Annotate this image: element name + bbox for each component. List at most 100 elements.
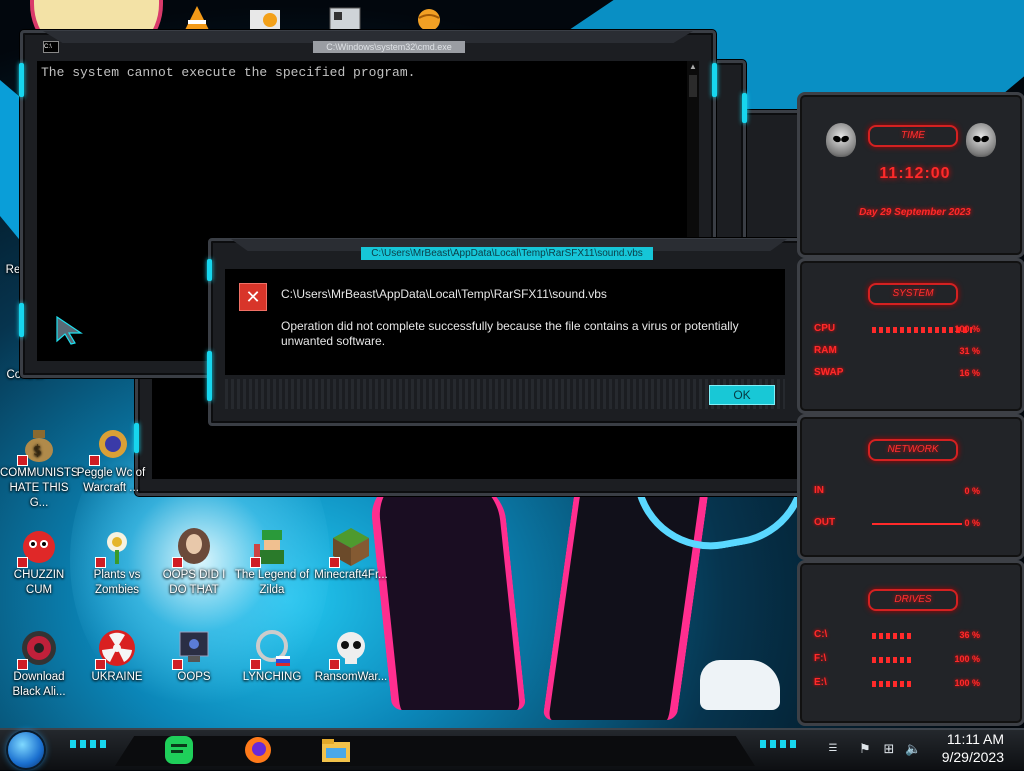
drive-f-label: F:\ xyxy=(814,653,827,664)
money-bag-icon: $ xyxy=(17,424,59,466)
taskbar-decoration xyxy=(760,740,800,748)
clock-time: 11:11 AM xyxy=(946,731,1004,747)
desktop-icon-label: LYNCHING xyxy=(242,671,302,683)
desktop-icon-label: OOPS xyxy=(177,671,211,683)
flower-icon xyxy=(95,526,137,568)
network-badge: NETWORK xyxy=(868,439,958,461)
wallpaper-figure-leg xyxy=(367,480,527,710)
network-icon[interactable]: ⊞ xyxy=(882,742,896,756)
frame-accent xyxy=(207,259,212,281)
error-message: Operation did not complete successfully … xyxy=(281,319,739,348)
ok-button[interactable]: OK xyxy=(709,385,775,405)
drive-e-label: E:\ xyxy=(814,677,827,688)
dialog-content: ✕ C:\Users\MrBeast\AppData\Local\Temp\Ra… xyxy=(225,269,785,375)
desktop-icon[interactable]: RansomWar... xyxy=(312,628,390,685)
ram-value: 31 % xyxy=(959,346,980,356)
desktop-icon[interactable]: OOPS xyxy=(155,628,233,685)
net-out-label: OUT xyxy=(814,517,836,528)
flag-icon[interactable]: ⚑ xyxy=(858,742,872,756)
gadget-time: 11:12:00 xyxy=(879,165,951,182)
firefox-icon[interactable] xyxy=(242,734,274,766)
window-title: C:\Windows\system32\cmd.exe xyxy=(313,41,465,53)
desktop-icon-label: Download Black Ali... xyxy=(12,671,66,698)
portrait-icon xyxy=(172,526,214,568)
alien-orb-icon xyxy=(17,628,59,670)
swap-value: 16 % xyxy=(959,368,980,378)
wallpaper-shoe xyxy=(700,660,780,710)
desktop-icon-label: COMMUNISTS HATE THIS G... xyxy=(0,467,79,509)
net-out-value: 0 % xyxy=(964,518,980,528)
drive-e-bar xyxy=(872,681,912,687)
frame-accent xyxy=(742,93,747,123)
desktop-icon[interactable]: Peggle Wc of Warcraft ... xyxy=(72,424,150,496)
frame-accent xyxy=(207,351,212,401)
desktop-icon-label: The Legend of Zilda xyxy=(234,569,310,596)
drive-e-value: 100 % xyxy=(954,678,980,688)
start-button[interactable] xyxy=(8,732,44,768)
show-hidden-icons-icon[interactable]: ☰ xyxy=(823,742,843,754)
mouse-cursor-icon xyxy=(56,315,83,345)
notes-app-icon[interactable] xyxy=(163,734,195,766)
desktop-icon[interactable]: LYNCHING xyxy=(233,628,311,685)
taskbar-app-area xyxy=(115,736,755,766)
dialog-footer: OK xyxy=(225,379,785,409)
drives-badge: DRIVES xyxy=(868,589,958,611)
file-explorer-icon[interactable] xyxy=(320,734,352,766)
desktop-icon-label: Re xyxy=(5,264,21,276)
alien-head-icon xyxy=(966,123,996,157)
taskbar: ☰ ⚑ ⊞ 🔈 11:11 AM 9/29/2023 xyxy=(0,728,1024,770)
svg-text:$: $ xyxy=(33,443,42,459)
window-title: C:\Users\MrBeast\AppData\Local\Temp\RarS… xyxy=(361,247,653,260)
desktop-icon-label: RansomWar... xyxy=(314,671,388,683)
desktop-icon-label: Plants vs Zombies xyxy=(93,569,141,596)
system-panel: SYSTEM CPU 100 % RAM 31 % SWAP 16 % xyxy=(797,258,1024,414)
virus-alert-dialog[interactable]: C:\Users\MrBeast\AppData\Local\Temp\RarS… xyxy=(207,238,811,426)
radiation-icon xyxy=(95,628,137,670)
clock[interactable]: 11:11 AM 9/29/2023 xyxy=(942,730,1004,766)
skull-icon xyxy=(329,628,371,670)
console-line: The system cannot execute the specified … xyxy=(41,65,416,80)
desktop-icon-label: Minecraft4Fr... xyxy=(314,569,388,581)
drive-c-bar xyxy=(872,633,912,639)
desktop-icon[interactable]: $ COMMUNISTS HATE THIS G... xyxy=(0,424,79,511)
gadget-date: Day 29 September 2023 xyxy=(859,207,971,218)
taskbar-decoration xyxy=(70,740,110,748)
volume-icon[interactable]: 🔈 xyxy=(905,742,921,756)
desktop-icon[interactable]: CHUZZIN CUM xyxy=(0,526,78,598)
peggle-icon xyxy=(89,424,131,466)
alien-head-icon xyxy=(826,123,856,157)
drive-c-value: 36 % xyxy=(959,630,980,640)
cmd-icon: C:\ xyxy=(43,41,59,53)
cpu-value: 100 % xyxy=(954,324,980,334)
desktop-icon-label: UKRAINE xyxy=(91,671,143,683)
drive-f-value: 100 % xyxy=(954,654,980,664)
zelda-icon xyxy=(250,526,292,568)
desktop-icon[interactable]: The Legend of Zilda xyxy=(233,526,311,598)
grass-block-icon xyxy=(329,526,371,568)
swap-label: SWAP xyxy=(814,367,844,378)
drives-panel: DRIVES C:\ 36 % F:\ 100 % E:\ 100 % xyxy=(797,560,1024,726)
time-panel: TIME 11:12:00 Day 29 September 2023 xyxy=(797,92,1024,258)
desktop-icon[interactable]: Plants vs Zombies xyxy=(78,526,156,598)
desktop-icon[interactable]: Minecraft4Fr... xyxy=(312,526,390,583)
desktop-icon[interactable]: UKRAINE xyxy=(78,628,156,685)
chuzzle-icon xyxy=(17,526,59,568)
clock-date: 9/29/2023 xyxy=(941,749,1004,765)
frame-accent xyxy=(19,63,24,97)
desktop-icon[interactable]: Download Black Ali... xyxy=(0,628,78,700)
cpu-label: CPU xyxy=(814,323,836,334)
error-icon: ✕ xyxy=(239,283,267,311)
frame-accent xyxy=(712,63,717,97)
desktop-icon[interactable]: OOPS DID I DO THAT xyxy=(155,526,233,598)
hangman-icon xyxy=(250,628,292,670)
system-monitor-gadget[interactable]: TIME 11:12:00 Day 29 September 2023 SYST… xyxy=(797,92,1024,726)
desktop-icon-label: CHUZZIN CUM xyxy=(13,569,65,596)
frame-accent xyxy=(19,303,24,337)
ram-label: RAM xyxy=(814,345,837,356)
drive-f-bar xyxy=(872,657,912,663)
scroll-up-arrow-icon[interactable]: ▲ xyxy=(687,61,699,73)
scrollbar-thumb[interactable] xyxy=(689,75,697,97)
desktop-icon-label: OOPS DID I DO THAT xyxy=(162,569,226,596)
net-in-value: 0 % xyxy=(964,486,980,496)
system-badge: SYSTEM xyxy=(868,283,958,305)
